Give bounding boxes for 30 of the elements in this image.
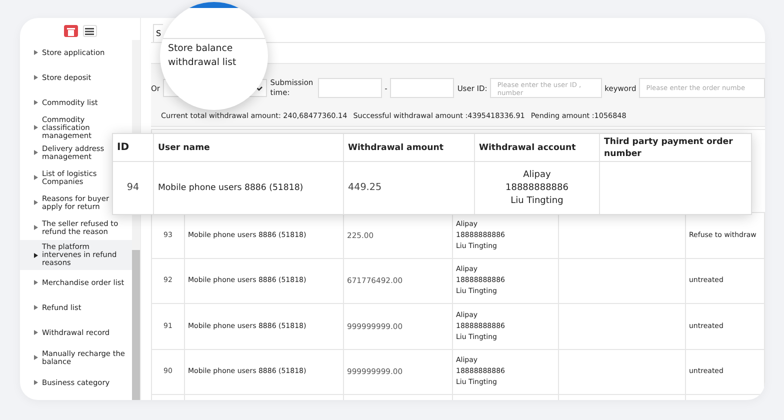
caret-icon [34,225,38,230]
column-header: User name [153,134,343,161]
table-cell: Alipay 18888888886 Liu Tingting [474,162,599,214]
end-date-field[interactable] [390,78,454,98]
list-icon [85,28,94,34]
table-cell: 449.25 [343,162,474,214]
caret-icon [34,355,38,360]
caret-icon [34,252,38,258]
caret-icon [34,330,38,335]
caret-icon [34,150,38,155]
caret-icon [34,305,38,310]
caret-icon [34,100,38,105]
column-header: Withdrawal amount [343,134,474,161]
column-header: Third party payment order number [599,134,751,161]
column-header: Withdrawal account [474,134,599,161]
caret-icon [34,280,38,285]
caret-icon [34,125,38,130]
table-cell: Mobile phone users 8886 (51818) [153,162,343,214]
caret-icon [34,75,38,80]
caret-icon [34,175,38,180]
trash-icon [66,26,74,36]
list-button[interactable] [82,25,96,37]
caret-icon [34,380,38,385]
column-header: ID [116,140,130,154]
page-title: Store balance withdrawal list [168,42,238,70]
caret-icon [34,200,38,205]
table-cell-text: 94 [126,181,140,195]
caret-icon [34,50,38,55]
delete-button[interactable] [64,25,78,37]
start-date-field[interactable] [318,78,382,98]
